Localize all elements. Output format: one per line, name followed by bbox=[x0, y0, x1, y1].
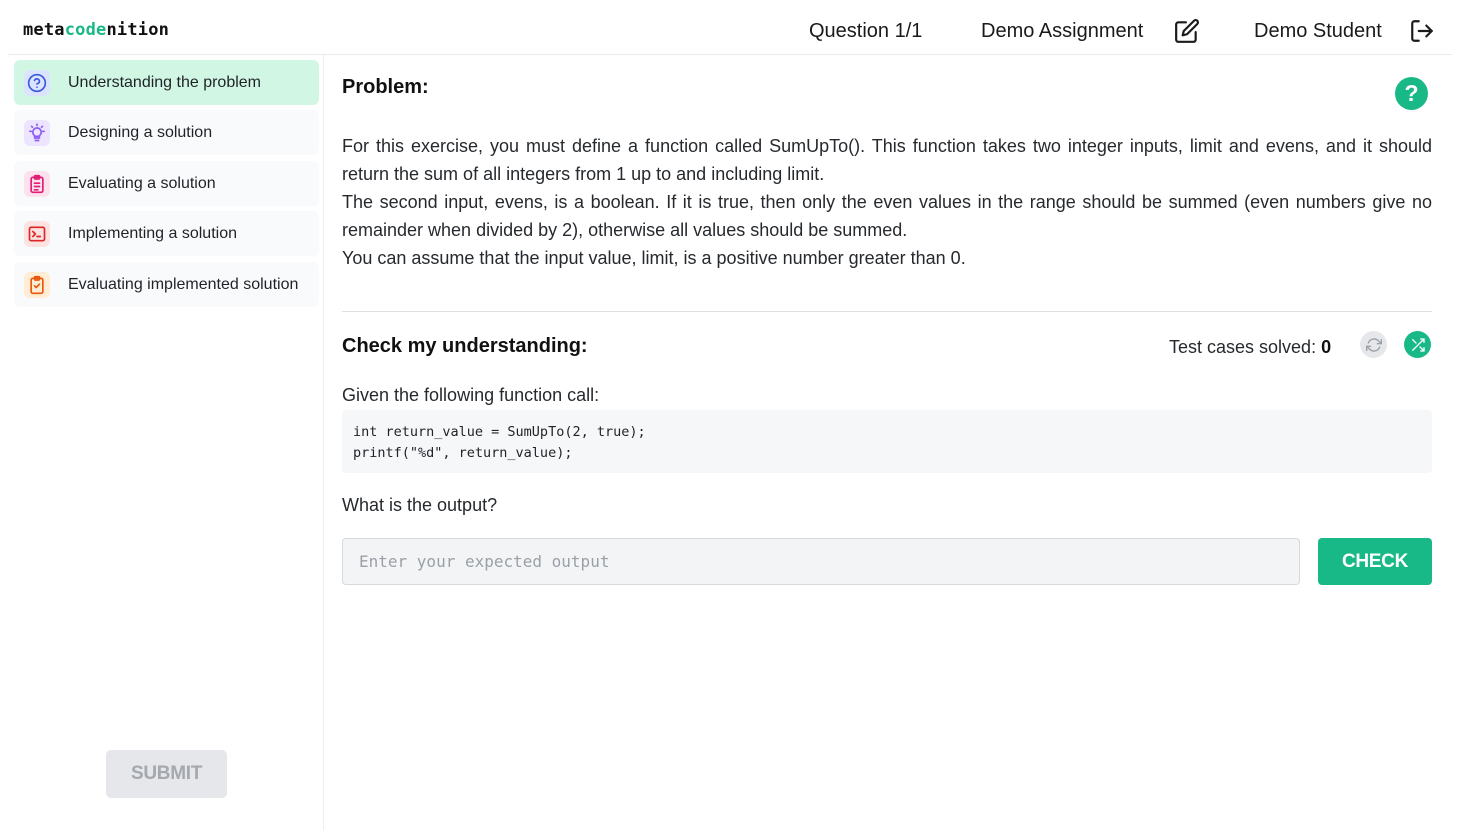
problem-paragraph: You can assume that the input value, lim… bbox=[342, 248, 966, 268]
logo-suffix: nition bbox=[106, 20, 170, 40]
student-name: Demo Student bbox=[1254, 20, 1382, 42]
sidebar-step-label: Evaluating implemented solution bbox=[68, 275, 299, 293]
sidebar-step-label: Designing a solution bbox=[68, 123, 213, 141]
tests-solved-count: 0 bbox=[1321, 337, 1332, 357]
shuffle-button[interactable] bbox=[1404, 331, 1431, 358]
app-logo[interactable]: metacodenition bbox=[23, 20, 169, 40]
section-divider bbox=[342, 311, 1432, 312]
assignment-name: Demo Assignment bbox=[981, 20, 1144, 42]
lightbulb-icon bbox=[24, 119, 50, 146]
check-understanding-heading: Check my understanding: bbox=[342, 335, 588, 357]
tests-solved-counter: Test cases solved: 0 bbox=[1169, 337, 1331, 358]
refresh-button[interactable] bbox=[1360, 331, 1387, 358]
help-button[interactable]: ? bbox=[1395, 77, 1428, 110]
sidebar-step-designing[interactable]: Designing a solution bbox=[14, 110, 319, 155]
logout-icon[interactable] bbox=[1409, 18, 1435, 44]
tests-solved-label: Test cases solved: bbox=[1169, 337, 1317, 357]
problem-description: For this exercise, you must define a fun… bbox=[342, 132, 1432, 272]
expected-output-input[interactable] bbox=[342, 538, 1300, 585]
sidebar-step-label: Understanding the problem bbox=[68, 73, 262, 91]
question-circle-icon bbox=[24, 69, 50, 96]
check-button[interactable]: CHECK bbox=[1318, 538, 1432, 585]
problem-paragraph: The second input, evens, is a boolean. I… bbox=[342, 192, 1432, 240]
shuffle-icon bbox=[1411, 337, 1425, 352]
help-icon: ? bbox=[1404, 80, 1419, 106]
sidebar-step-understanding[interactable]: Understanding the problem bbox=[14, 60, 319, 105]
sidebar-step-evaluating[interactable]: Evaluating a solution bbox=[14, 161, 319, 206]
question-counter: Question 1/1 bbox=[809, 20, 923, 42]
sidebar-step-evaluating-implemented[interactable]: Evaluating implemented solution bbox=[14, 262, 319, 307]
sidebar-step-label: Implementing a solution bbox=[68, 224, 237, 242]
question-label: What is the output? bbox=[342, 495, 498, 515]
sidebar-step-label: Evaluating a solution bbox=[68, 174, 216, 192]
sidebar-step-implementing[interactable]: Implementing a solution bbox=[14, 211, 319, 256]
logo-accent: code bbox=[64, 20, 107, 40]
problem-heading: Problem: bbox=[342, 76, 429, 98]
clipboard-list-icon bbox=[24, 170, 50, 197]
given-label: Given the following function call: bbox=[342, 385, 600, 405]
sidebar: Understanding the problem Designing a so… bbox=[0, 55, 324, 830]
code-block: int return_value = SumUpTo(2, true); pri… bbox=[342, 410, 1432, 473]
top-bar: metacodenition Question 1/1 Demo Assignm… bbox=[8, 0, 1452, 55]
refresh-icon bbox=[1365, 337, 1382, 352]
terminal-icon bbox=[24, 220, 50, 247]
problem-paragraph: For this exercise, you must define a fun… bbox=[342, 136, 1432, 184]
main-panel: Problem: ? For this exercise, you must d… bbox=[342, 55, 1432, 830]
edit-icon[interactable] bbox=[1174, 18, 1200, 44]
clipboard-check-icon bbox=[24, 271, 50, 298]
submit-button[interactable]: SUBMIT bbox=[106, 750, 227, 798]
logo-prefix: meta bbox=[23, 20, 65, 40]
